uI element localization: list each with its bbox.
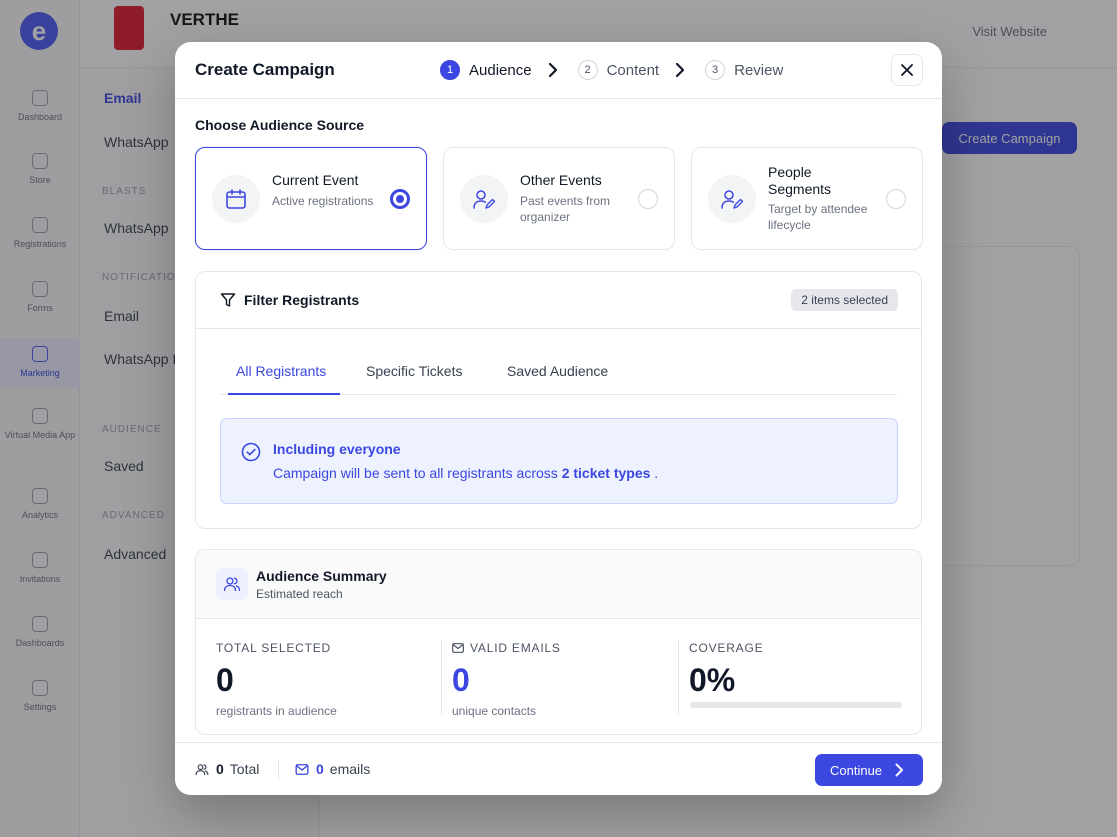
calendar-icon (212, 175, 260, 223)
modal-title: Create Campaign (195, 60, 335, 79)
stat-value: 0 (216, 662, 234, 698)
step-number: 2 (577, 60, 598, 80)
source-card-other-events[interactable]: Other Events Past events from organizer (443, 147, 675, 250)
stat-coverage: COVERAGE 0% (689, 640, 909, 698)
footer-emails-count: 0 (316, 761, 324, 777)
close-icon (901, 64, 913, 76)
source-description: Past events from organizer (520, 194, 611, 224)
continue-label: Continue (830, 762, 883, 778)
chevron-right-icon (674, 59, 688, 81)
source-card-current-event[interactable]: Current Event Active registrations (195, 147, 427, 250)
notice-title: Including everyone (273, 441, 401, 457)
users-icon (195, 763, 209, 775)
audience-summary-card: Audience Summary Estimated reach TOTAL S… (195, 549, 922, 735)
modal-body[interactable]: Choose Audience Source Current Event Act… (175, 99, 942, 742)
step-content[interactable]: 2 Content (577, 60, 660, 80)
continue-button[interactable]: Continue (815, 754, 923, 786)
source-title: People Segments (768, 164, 832, 197)
ticket-types-count: 2 ticket types (561, 465, 651, 481)
stat-divider (441, 640, 442, 714)
footer-emails-label: emails (329, 761, 371, 777)
tab-all-registrants[interactable]: All Registrants (228, 363, 340, 395)
stat-label: VALID EMAILS (470, 641, 561, 655)
notice-text: Campaign will be sent to all registrants… (273, 465, 658, 481)
stat-value: 0% (689, 662, 736, 698)
source-radio[interactable] (638, 189, 658, 209)
tab-saved-audience[interactable]: Saved Audience (507, 363, 608, 395)
step-label: Review (734, 61, 784, 79)
footer-total: 0 Total (195, 761, 259, 777)
stat-total-selected: TOTAL SELECTED 0 registrants in audience (216, 640, 436, 718)
users-icon (216, 568, 248, 600)
filter-registrants-card: Filter Registrants 2 items selected All … (195, 271, 922, 529)
filter-icon (220, 292, 236, 313)
footer-divider (278, 760, 279, 780)
source-title: Other Events (520, 172, 602, 188)
close-button[interactable] (891, 54, 923, 86)
chevron-right-icon (547, 59, 561, 81)
selection-count-badge: 2 items selected (791, 289, 898, 311)
footer-emails: 0 emails (295, 761, 370, 777)
summary-title: Audience Summary (256, 568, 387, 584)
filter-header: Filter Registrants 2 items selected (196, 272, 921, 329)
mail-icon (295, 763, 309, 775)
coverage-progress-bar (690, 702, 902, 708)
user-edit-icon (460, 175, 508, 223)
tab-specific-tickets[interactable]: Specific Tickets (366, 363, 462, 395)
notice-text-prefix: Campaign will be sent to all registrants… (273, 465, 558, 481)
stat-divider (678, 640, 679, 714)
stat-note: registrants in audience (216, 704, 337, 718)
check-circle-icon (241, 442, 261, 467)
source-title: Current Event (272, 172, 359, 188)
summary-header: Audience Summary Estimated reach (196, 550, 921, 619)
stat-label: COVERAGE (689, 641, 764, 655)
source-description: Active registrations (272, 194, 374, 208)
filter-title: Filter Registrants (244, 292, 360, 308)
step-audience[interactable]: 1 Audience (440, 60, 532, 80)
footer-total-count: 0 (216, 761, 224, 777)
source-radio[interactable] (886, 189, 906, 209)
summary-subtitle: Estimated reach (256, 587, 343, 601)
including-everyone-notice: Including everyone Campaign will be sent… (220, 418, 898, 504)
footer-total-label: Total (229, 761, 260, 777)
chevron-right-icon (895, 763, 904, 777)
stat-value: 0 (452, 662, 470, 698)
source-card-people-segments[interactable]: People Segments Target by attendee lifec… (691, 147, 923, 250)
stat-valid-emails: VALID EMAILS 0 unique contacts (452, 640, 672, 718)
create-campaign-modal: Create Campaign 1 Audience 2 Content 3 R… (175, 42, 942, 795)
step-number: 1 (440, 60, 460, 80)
step-label: Content (606, 61, 660, 79)
step-label: Audience (469, 61, 532, 79)
notice-text-suffix: . (654, 465, 659, 481)
source-description: Target by attendee lifecycle (768, 202, 868, 232)
stepper: 1 Audience 2 Content 3 Review (440, 59, 783, 81)
step-number: 3 (705, 60, 726, 80)
modal-header: Create Campaign 1 Audience 2 Content 3 R… (175, 42, 942, 99)
stat-note: unique contacts (452, 704, 537, 718)
modal-footer: 0 Total 0 emails Continue (175, 742, 942, 795)
user-edit-icon (708, 175, 756, 223)
audience-source-heading: Choose Audience Source (195, 117, 365, 133)
audience-tabs: All Registrants Specific Tickets Saved A… (220, 351, 897, 395)
source-radio[interactable] (390, 189, 410, 209)
step-review[interactable]: 3 Review (705, 60, 783, 80)
stat-label: TOTAL SELECTED (216, 641, 332, 655)
mail-icon (452, 643, 464, 653)
